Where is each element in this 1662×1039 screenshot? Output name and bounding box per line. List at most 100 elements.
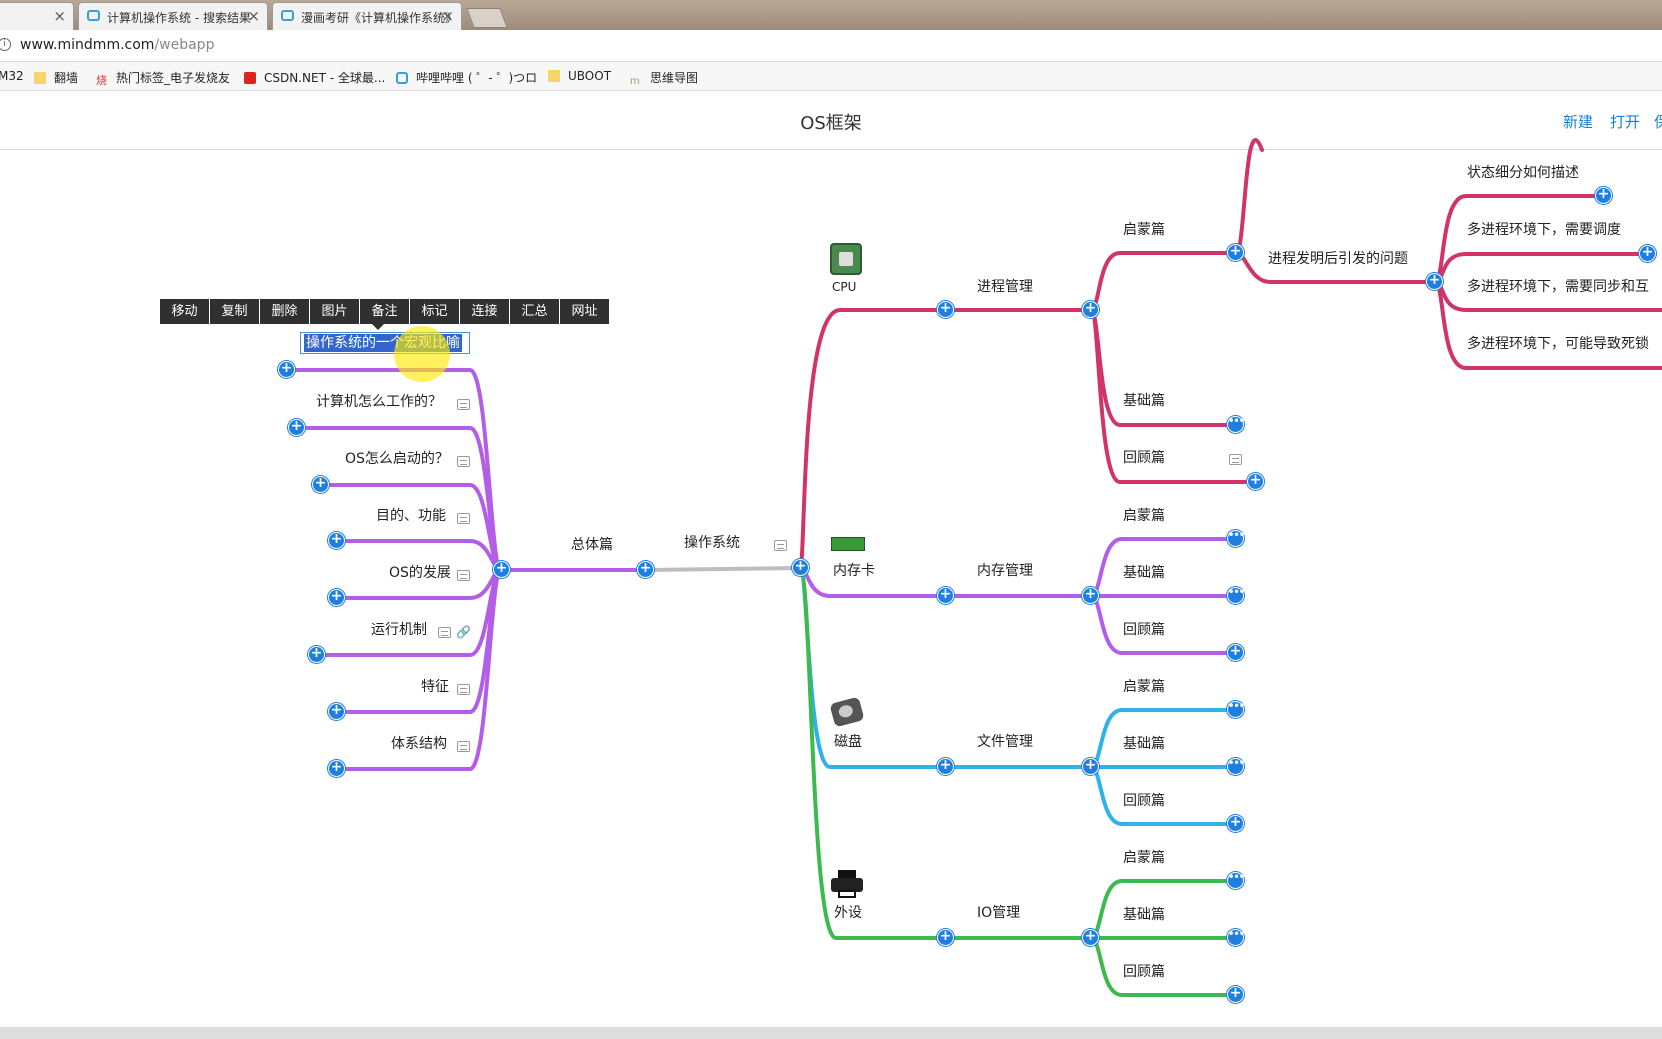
node-left-child[interactable]: OS怎么启动的？ — [345, 450, 449, 468]
node-io[interactable]: IO管理 — [977, 904, 1020, 922]
bookmark-item[interactable]: m 思维导图 — [630, 69, 698, 88]
expand-button[interactable]: + — [1227, 244, 1244, 261]
node-io-child[interactable]: 基础篇 — [1123, 906, 1165, 924]
expand-button[interactable]: + — [1082, 929, 1099, 946]
node-file[interactable]: 文件管理 — [977, 733, 1033, 751]
browser-tab[interactable]: × — [0, 2, 74, 30]
expand-button[interactable]: + — [1595, 187, 1612, 204]
link-icon[interactable]: 🔗 — [456, 626, 471, 638]
expand-button[interactable]: + — [312, 476, 329, 493]
expand-button[interactable]: + — [1227, 986, 1244, 1003]
expand-button[interactable]: + — [1082, 758, 1099, 775]
node-issue-child[interactable]: 多进程环境下，可能导致死锁 — [1467, 335, 1649, 353]
connect-button[interactable]: 连接 — [460, 299, 509, 324]
summary-button[interactable]: 汇总 — [510, 299, 559, 324]
expand-button[interactable]: + — [1639, 245, 1656, 262]
expand-button[interactable]: + — [278, 361, 295, 378]
expand-button[interactable]: + — [1227, 644, 1244, 661]
expand-button[interactable]: + — [308, 646, 325, 663]
expand-button[interactable]: + — [937, 301, 954, 318]
more-button[interactable]: ••• — [1227, 530, 1245, 547]
bookmark-item[interactable]: M32 — [0, 69, 24, 83]
note-icon[interactable] — [457, 513, 470, 524]
note-icon[interactable] — [457, 399, 470, 410]
save-button[interactable]: 保 — [1654, 111, 1662, 132]
open-button[interactable]: 打开 — [1610, 111, 1640, 132]
url-button[interactable]: 网址 — [560, 299, 609, 324]
node-left-child[interactable]: 运行机制 — [371, 621, 427, 639]
note-icon[interactable] — [774, 540, 787, 551]
copy-button[interactable]: 复制 — [210, 299, 259, 324]
note-icon[interactable] — [457, 456, 470, 467]
node-left-child[interactable]: OS的发展 — [389, 564, 451, 582]
node-memory-child[interactable]: 基础篇 — [1123, 564, 1165, 582]
more-button[interactable]: ••• — [1227, 416, 1245, 433]
expand-button[interactable]: + — [937, 929, 954, 946]
node-overall[interactable]: 总体篇 — [571, 536, 613, 554]
bookmark-item[interactable]: 烧热门标签_电子发烧友 — [96, 69, 230, 87]
info-icon[interactable]: i — [0, 38, 11, 51]
move-button[interactable]: 移动 — [160, 299, 209, 324]
node-left-child[interactable]: 体系结构 — [391, 735, 447, 753]
node-process-child[interactable]: 基础篇 — [1123, 392, 1165, 410]
node-issue-child[interactable]: 多进程环境下，需要同步和互 — [1467, 278, 1649, 296]
horizontal-scrollbar[interactable] — [0, 1027, 1662, 1039]
note-icon[interactable] — [457, 684, 470, 695]
note-icon[interactable] — [457, 570, 470, 581]
expand-button[interactable]: + — [493, 561, 510, 578]
more-button[interactable]: ••• — [1227, 929, 1245, 946]
bookmark-item[interactable]: 翻墙 — [34, 69, 78, 86]
node-issue-child[interactable]: 多进程环境下，需要调度 — [1467, 221, 1621, 239]
mark-button[interactable]: 标记 — [410, 299, 459, 324]
expand-button[interactable]: + — [937, 758, 954, 775]
more-button[interactable]: ••• — [1227, 872, 1245, 889]
expand-button[interactable]: + — [328, 532, 345, 549]
note-icon[interactable] — [457, 741, 470, 752]
image-button[interactable]: 图片 — [310, 299, 359, 324]
node-file-child[interactable]: 启蒙篇 — [1123, 678, 1165, 696]
expand-button[interactable]: + — [328, 703, 345, 720]
close-icon[interactable]: × — [247, 7, 260, 25]
node-file-child[interactable]: 基础篇 — [1123, 735, 1165, 753]
browser-tab[interactable]: 漫画考研《计算机操作系统》 × — [272, 2, 462, 30]
note-button[interactable]: 备注 — [360, 299, 409, 324]
expand-button[interactable]: + — [1426, 273, 1443, 290]
node-issue-child[interactable]: 状态细分如何描述 — [1467, 164, 1579, 182]
node-process-child[interactable]: 回顾篇 — [1123, 449, 1165, 467]
expand-button[interactable]: + — [1247, 473, 1264, 490]
expand-button[interactable]: + — [288, 419, 305, 436]
node-io-child[interactable]: 启蒙篇 — [1123, 849, 1165, 867]
expand-button[interactable]: + — [1227, 815, 1244, 832]
node-memory-child[interactable]: 回顾篇 — [1123, 621, 1165, 639]
expand-button[interactable]: + — [1082, 301, 1099, 318]
bookmark-item[interactable]: UBOOT — [548, 69, 611, 83]
node-memory-child[interactable]: 启蒙篇 — [1123, 507, 1165, 525]
node-process[interactable]: 进程管理 — [977, 278, 1033, 296]
expand-button[interactable]: + — [937, 587, 954, 604]
browser-tab[interactable]: 计算机操作系统 - 搜索结果 × — [78, 2, 268, 30]
node-memory[interactable]: 内存管理 — [977, 562, 1033, 580]
delete-button[interactable]: 删除 — [260, 299, 309, 324]
expand-button[interactable]: + — [328, 760, 345, 777]
bookmark-item[interactable]: 哔哩哔哩 ( ゜- ゜)つロ — [396, 69, 537, 86]
expand-button[interactable]: + — [328, 589, 345, 606]
new-button[interactable]: 新建 — [1563, 111, 1593, 132]
expand-button[interactable]: + — [792, 559, 809, 576]
close-icon[interactable]: × — [441, 7, 454, 25]
bookmark-item[interactable]: CSDN.NET - 全球最... — [244, 69, 385, 86]
more-button[interactable]: ••• — [1227, 758, 1245, 775]
expand-button[interactable]: + — [637, 561, 654, 578]
close-icon[interactable]: × — [53, 7, 66, 25]
document-title[interactable]: OS框架 — [0, 109, 1662, 135]
more-button[interactable]: ••• — [1227, 701, 1245, 718]
node-io-child[interactable]: 回顾篇 — [1123, 963, 1165, 981]
more-button[interactable]: ••• — [1227, 587, 1245, 604]
address-bar[interactable]: i www.mindmm.com/webapp — [0, 30, 1662, 62]
expand-button[interactable]: + — [1082, 587, 1099, 604]
url-text[interactable]: www.mindmm.com/webapp — [20, 37, 214, 53]
node-root[interactable]: 操作系统 — [684, 534, 740, 552]
node-left-child[interactable]: 目的、功能 — [376, 507, 446, 525]
node-left-child[interactable]: 特征 — [421, 678, 449, 696]
node-process-issue[interactable]: 进程发明后引发的问题 — [1268, 250, 1408, 268]
node-left-child[interactable]: 计算机怎么工作的？ — [316, 393, 442, 411]
